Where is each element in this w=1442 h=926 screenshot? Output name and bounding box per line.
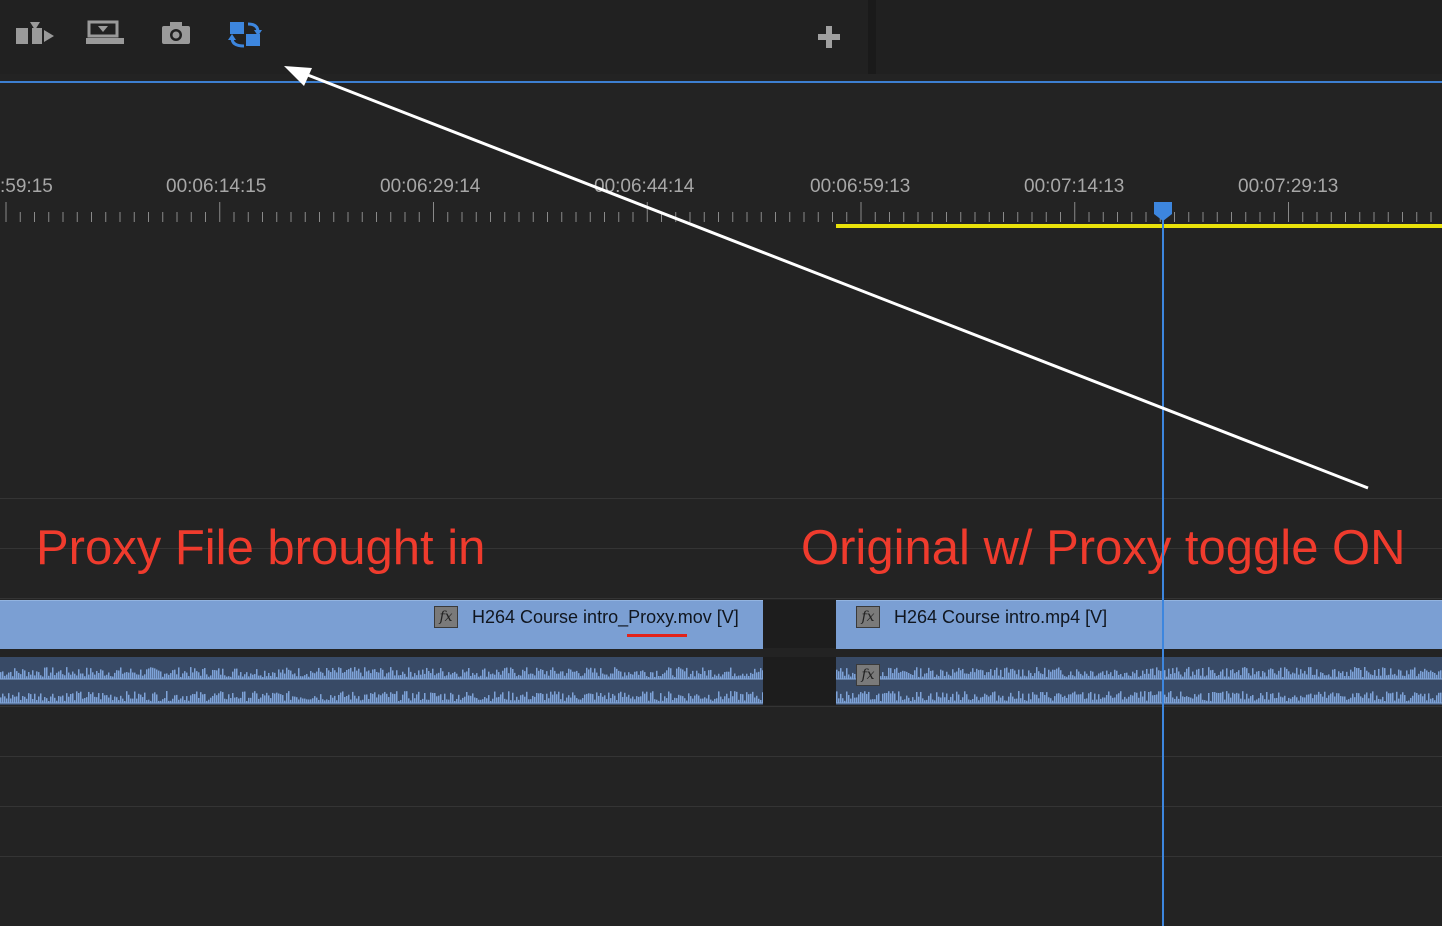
insert-icon[interactable] xyxy=(14,18,54,50)
playhead-line[interactable] xyxy=(1162,212,1164,926)
track-divider xyxy=(0,806,1442,807)
annotation-right: Original w/ Proxy toggle ON xyxy=(801,521,1406,575)
panel-divider xyxy=(868,0,876,74)
timecode-label: :59:15 xyxy=(0,176,53,197)
track-divider xyxy=(0,498,1442,499)
annotation-left: Proxy File brought in xyxy=(36,521,486,575)
original-audio-clip[interactable] xyxy=(836,657,1442,705)
fx-badge-icon[interactable]: fx xyxy=(856,606,880,628)
proxy-underline-annotation xyxy=(627,634,687,637)
timecode-label: 00:06:44:14 xyxy=(594,176,695,197)
timecode-label: 00:07:29:13 xyxy=(1238,176,1339,197)
timecode-label: 00:06:59:13 xyxy=(810,176,911,197)
toggle-proxies-icon[interactable] xyxy=(226,18,266,50)
timeline-gap xyxy=(763,657,836,705)
audio-waveform xyxy=(0,667,764,704)
track-divider xyxy=(0,856,1442,857)
timecode-label: 00:07:14:13 xyxy=(1024,176,1125,197)
fx-badge-icon[interactable]: fx xyxy=(434,606,458,628)
overwrite-icon[interactable] xyxy=(84,18,124,50)
ruler-ticks xyxy=(5,202,1432,222)
playhead-icon[interactable] xyxy=(1152,200,1174,222)
timecode-label: 00:06:14:15 xyxy=(166,176,267,197)
camera-icon[interactable] xyxy=(158,18,198,50)
proxy-clip-label: H264 Course intro_Proxy.mov [V] xyxy=(472,607,739,627)
proxy-audio-clip[interactable] xyxy=(0,657,764,705)
toolbar-right-area xyxy=(876,0,1442,74)
track-divider xyxy=(0,598,1442,599)
track-divider xyxy=(0,756,1442,757)
render-bar xyxy=(836,224,1442,228)
add-icon[interactable] xyxy=(812,18,852,50)
audio-waveform xyxy=(836,667,1442,704)
timeline-gap xyxy=(763,600,836,648)
fx-badge-icon[interactable]: fx xyxy=(856,664,880,686)
track-divider xyxy=(0,706,1442,707)
original-clip-label: H264 Course intro.mp4 [V] xyxy=(894,607,1108,627)
program-monitor-toolbar xyxy=(0,0,868,74)
timecode-label: 00:06:29:14 xyxy=(380,176,481,197)
